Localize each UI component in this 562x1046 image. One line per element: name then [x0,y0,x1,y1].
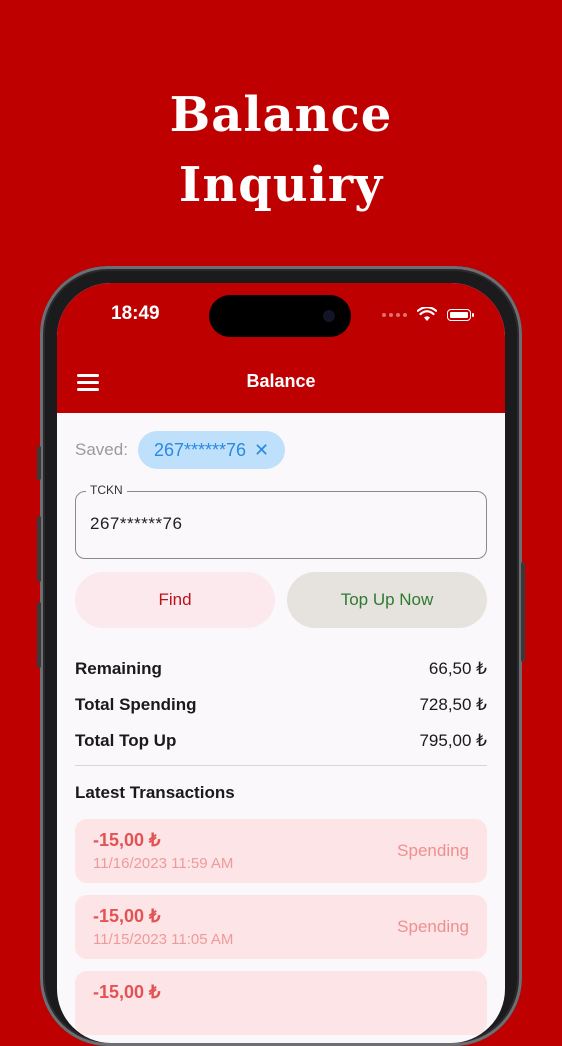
tckn-field[interactable]: TCKN [75,483,487,559]
promo-headline: Balance Inquiry [0,80,562,220]
phone-volume-down-button [37,602,41,668]
stat-label: Total Spending [75,695,197,714]
tckn-field-label: TCKN [86,483,127,497]
headline-line-2: Inquiry [178,157,384,213]
stat-value: 66,50 ₺ [428,659,487,678]
stat-row-remaining: Remaining 66,50 ₺ [75,651,487,687]
stat-row-total-spending: Total Spending 728,50 ₺ [75,687,487,723]
close-icon[interactable]: ✕ [254,440,269,461]
tckn-input[interactable] [90,514,470,534]
camera-icon [323,310,335,322]
stat-value: 728,50 ₺ [419,695,487,714]
transaction-type: Spending [397,917,469,936]
top-up-now-button[interactable]: Top Up Now [287,572,487,628]
saved-row: Saved: 267******76 ✕ [75,431,286,469]
transaction-item[interactable]: -15,00 ₺ 11/16/2023 11:59 AM Spending [75,819,487,883]
signal-dots-icon [382,312,407,317]
battery-icon [447,308,474,321]
transaction-type: Spending [397,841,469,860]
divider [75,765,487,766]
find-button[interactable]: Find [75,572,275,628]
status-time: 18:49 [111,303,160,324]
phone-screen: 18:49 Balance Saved: 267******76 ✕ TCKN [57,283,505,1043]
phone-power-button [521,562,525,662]
page-title: Balance [246,371,316,391]
saved-tckn-chip[interactable]: 267******76 ✕ [137,431,286,469]
phone-action-button [37,446,41,480]
transaction-date: 11/16/2023 11:59 AM [93,855,234,872]
stat-label: Remaining [75,659,162,678]
stat-label: Total Top Up [75,731,177,750]
transaction-date: 11/15/2023 11:05 AM [93,931,234,948]
stat-value: 795,00 ₺ [419,731,487,750]
transactions-title: Latest Transactions [75,783,235,802]
status-icons [382,307,474,322]
transaction-amount: -15,00 ₺ [93,830,161,850]
app-bar: 18:49 Balance [57,283,505,413]
balance-summary: Remaining 66,50 ₺ Total Spending 728,50 … [75,651,487,759]
saved-chip-label: 267******76 [153,439,247,460]
transaction-item[interactable]: -15,00 ₺ [75,971,487,1035]
transactions-list: -15,00 ₺ 11/16/2023 11:59 AM Spending -1… [75,819,487,1043]
stat-row-total-top-up: Total Top Up 795,00 ₺ [75,723,487,759]
headline-line-1: Balance [169,87,393,143]
saved-label: Saved: [75,440,128,459]
wifi-icon [417,307,437,321]
transaction-item[interactable]: -15,00 ₺ 11/15/2023 11:05 AM Spending [75,895,487,959]
phone-volume-up-button [37,516,41,582]
transaction-amount: -15,00 ₺ [93,906,161,926]
dynamic-island [209,295,351,337]
